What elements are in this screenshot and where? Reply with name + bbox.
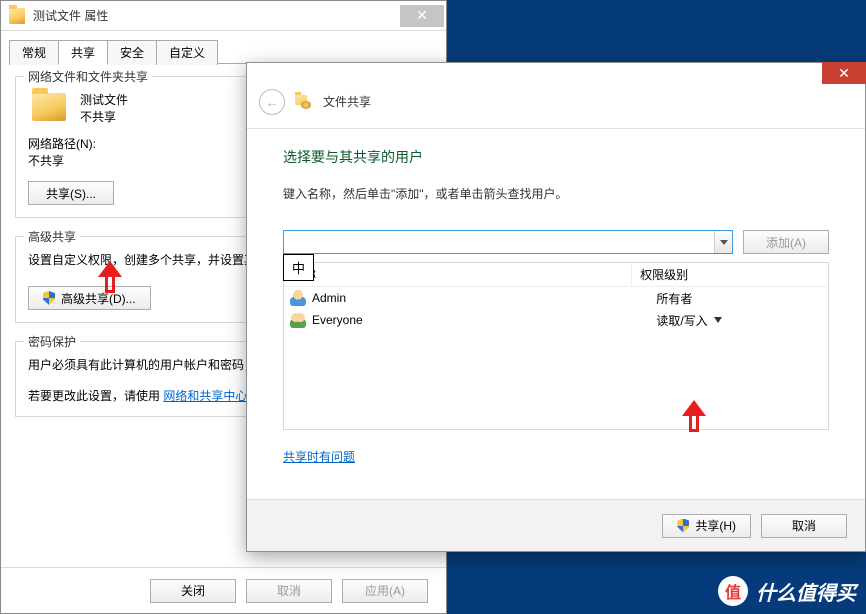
wizard-header: ← 文件共享 bbox=[247, 75, 865, 129]
back-button[interactable]: ← bbox=[259, 89, 285, 115]
group-legend: 网络文件和文件夹共享 bbox=[24, 68, 152, 85]
close-button[interactable]: ✕ bbox=[400, 5, 444, 27]
tab-general[interactable]: 常规 bbox=[9, 40, 59, 65]
list-row[interactable]: Everyone 读取/写入 bbox=[284, 309, 828, 331]
wizard-footer: 共享(H) 取消 bbox=[247, 499, 865, 551]
row-name: Admin bbox=[312, 291, 656, 305]
group-legend: 高级共享 bbox=[24, 228, 80, 245]
row-perm: 所有者 bbox=[656, 290, 692, 307]
properties-titlebar: 测试文件 属性 ✕ bbox=[1, 1, 446, 31]
brand-badge-icon: 值 bbox=[718, 576, 748, 606]
password-line2-prefix: 若要更改此设置，请使用 bbox=[28, 389, 160, 403]
share-button[interactable]: 共享(S)... bbox=[28, 181, 114, 205]
row-perm: 读取/写入 bbox=[656, 312, 707, 329]
wizard-cancel-button[interactable]: 取消 bbox=[761, 514, 847, 538]
file-sharing-wizard: ✕ ← 文件共享 选择要与其共享的用户 键入名称，然后单击"添加"，或者单击箭头… bbox=[246, 62, 866, 552]
brand-watermark: 值 什么值得买 bbox=[718, 576, 856, 606]
user-permission-list: 名称 权限级别 Admin 所有者 Everyone 读取/写入 bbox=[283, 262, 829, 430]
tab-security[interactable]: 安全 bbox=[107, 40, 157, 65]
col-name[interactable]: 名称 bbox=[284, 263, 632, 286]
wizard-body: 选择要与其共享的用户 键入名称，然后单击"添加"，或者单击箭头查找用户。 中 添… bbox=[247, 129, 865, 475]
network-center-link[interactable]: 网络和共享中心 bbox=[163, 389, 247, 403]
window-title: 测试文件 属性 bbox=[33, 7, 400, 24]
annotation-arrow-icon bbox=[680, 400, 708, 436]
dropdown-arrow-icon[interactable] bbox=[714, 231, 732, 253]
chevron-down-icon[interactable] bbox=[714, 317, 722, 323]
shield-icon bbox=[677, 519, 689, 533]
wizard-heading: 选择要与其共享的用户 bbox=[283, 147, 829, 167]
wizard-share-label: 共享(H) bbox=[695, 517, 736, 534]
tab-bar: 常规 共享 安全 自定义 bbox=[9, 39, 438, 64]
user-combobox[interactable]: 中 bbox=[283, 230, 733, 254]
tab-sharing[interactable]: 共享 bbox=[58, 40, 108, 65]
file-share-icon bbox=[295, 95, 313, 109]
annotation-arrow-icon bbox=[96, 261, 124, 297]
share-item-name: 测试文件 bbox=[80, 91, 128, 108]
wizard-subtext: 键入名称，然后单击"添加"，或者单击箭头查找用户。 bbox=[283, 185, 829, 202]
wizard-share-button[interactable]: 共享(H) bbox=[662, 514, 751, 538]
user-icon bbox=[290, 290, 306, 306]
wizard-title: 文件共享 bbox=[323, 93, 371, 110]
folder-large-icon bbox=[32, 93, 66, 121]
cancel-dialog-button[interactable]: 取消 bbox=[246, 579, 332, 603]
ime-indicator: 中 bbox=[283, 254, 314, 281]
list-header: 名称 权限级别 bbox=[284, 263, 828, 287]
add-button[interactable]: 添加(A) bbox=[743, 230, 829, 254]
share-item-status: 不共享 bbox=[80, 108, 128, 125]
folder-icon bbox=[9, 8, 25, 24]
advanced-share-button[interactable]: 高级共享(D)... bbox=[28, 286, 151, 310]
properties-footer: 关闭 取消 应用(A) bbox=[1, 567, 446, 613]
group-legend: 密码保护 bbox=[24, 333, 80, 350]
brand-text: 什么值得买 bbox=[756, 577, 856, 606]
wizard-close-button[interactable]: ✕ bbox=[822, 62, 866, 84]
tab-customize[interactable]: 自定义 bbox=[156, 40, 218, 65]
shield-icon bbox=[43, 291, 55, 305]
close-dialog-button[interactable]: 关闭 bbox=[150, 579, 236, 603]
user-input[interactable] bbox=[284, 231, 714, 253]
list-row[interactable]: Admin 所有者 bbox=[284, 287, 828, 309]
row-name: Everyone bbox=[312, 313, 656, 327]
sharing-help-link[interactable]: 共享时有问题 bbox=[283, 448, 355, 465]
col-permission[interactable]: 权限级别 bbox=[632, 266, 828, 283]
apply-button[interactable]: 应用(A) bbox=[342, 579, 428, 603]
group-icon bbox=[290, 312, 306, 328]
